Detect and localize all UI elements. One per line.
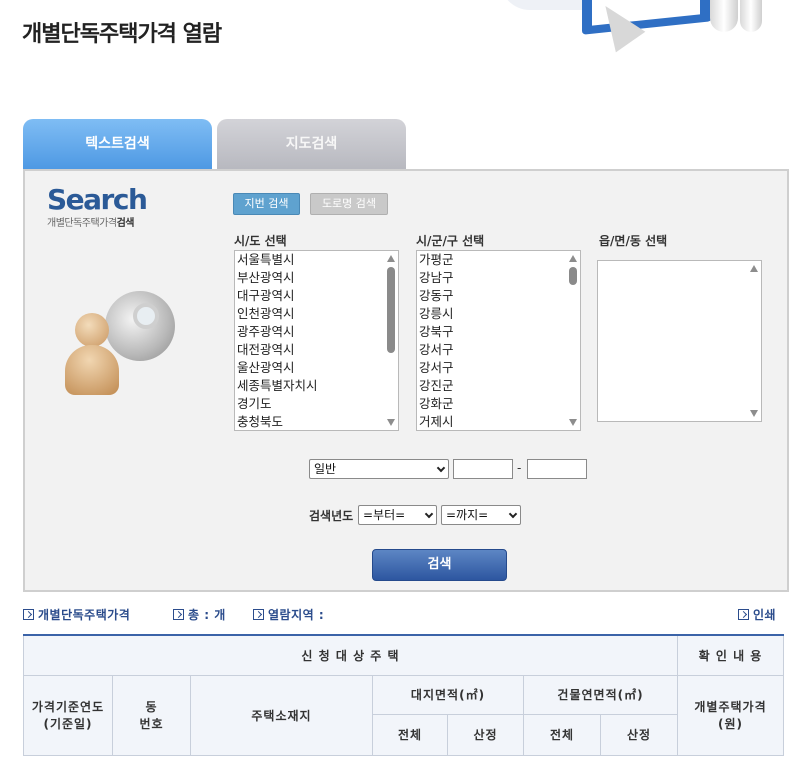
arrow-box-icon (23, 609, 34, 620)
chevron-down-icon (436, 463, 446, 473)
lot-dash: - (517, 461, 522, 475)
search-year-label: 검색년도 (309, 509, 354, 523)
scroll-down-icon (750, 410, 758, 417)
info-region: 열람지역 : (253, 606, 324, 623)
info-total: 총 : 개 (173, 606, 226, 623)
arrow-box-icon (253, 609, 264, 620)
sigungu-listbox[interactable]: 가평군 강남구 강동구 강릉시 강북구 강서구 강서구 강진군 강화군 거제시 (416, 250, 581, 431)
sigungu-option[interactable]: 강진군 (417, 377, 580, 395)
sido-option[interactable]: 대구광역시 (235, 287, 398, 305)
print-link[interactable]: 인쇄 (738, 606, 776, 623)
sigungu-option[interactable]: 강서구 (417, 341, 580, 359)
sigungu-option[interactable]: 강동구 (417, 287, 580, 305)
search-logo: Search 개별단독주택가격검색 (47, 183, 148, 229)
main-lot-input[interactable] (453, 459, 513, 479)
sido-option[interactable]: 대전광역시 (235, 341, 398, 359)
emd-scrollbar[interactable] (747, 261, 761, 421)
search-button[interactable]: 검색 (372, 549, 507, 581)
sido-option[interactable]: 광주광역시 (235, 323, 398, 341)
header-illustration (500, 0, 795, 70)
scroll-up-icon (569, 255, 577, 262)
sub-lot-input[interactable] (527, 459, 587, 479)
sigungu-option[interactable]: 강남구 (417, 269, 580, 287)
year-from-select[interactable]: =부터= (358, 505, 437, 525)
sido-option[interactable]: 세종특별자치시 (235, 377, 398, 395)
person-icon (75, 313, 109, 347)
th-land-calc: 산정 (447, 713, 524, 756)
sido-option[interactable]: 충청북도 (235, 413, 398, 430)
tab-map-search[interactable]: 지도검색 (217, 119, 406, 170)
th-land-area: 대지면적(㎡) (372, 674, 524, 715)
sigungu-option[interactable]: 강릉시 (417, 305, 580, 323)
sigungu-label: 시/군/구 선택 (416, 234, 485, 248)
th-land-total: 전체 (372, 713, 448, 756)
arrow-box-icon (173, 609, 184, 620)
magnifier-icon (133, 303, 159, 329)
sigungu-option[interactable]: 가평군 (417, 251, 580, 269)
th-confirm: 확 인 내 용 (677, 634, 784, 676)
scroll-up-icon (750, 265, 758, 272)
th-bldg-sub: 전체 산정 (523, 713, 678, 756)
emd-listbox[interactable] (597, 260, 762, 422)
search-logo-subtitle: 개별단독주택가격검색 (47, 218, 135, 229)
sido-listbox[interactable]: 서울특별시 부산광역시 대구광역시 인천광역시 광주광역시 대전광역시 울산광역시 세종특별자… (234, 250, 399, 431)
th-base-year: 가격기준연도 (기준일) (23, 674, 113, 756)
info-house-label: 개별단독주택가격 (23, 606, 130, 623)
sido-label: 시/도 선택 (234, 234, 287, 248)
chevron-down-icon (424, 509, 434, 519)
sido-option[interactable]: 인천광역시 (235, 305, 398, 323)
sido-option[interactable]: 경기도 (235, 395, 398, 413)
arrow-box-icon (738, 609, 749, 620)
tab-text-search[interactable]: 텍스트검색 (23, 119, 212, 170)
th-bldg-area: 건물연면적(㎡) (523, 674, 678, 715)
sido-option[interactable]: 부산광역시 (235, 269, 398, 287)
sido-option[interactable]: 울산광역시 (235, 359, 398, 377)
th-address: 주택소재지 (190, 674, 373, 756)
sigungu-option[interactable]: 강화군 (417, 395, 580, 413)
sigungu-scrollbar[interactable] (566, 251, 580, 430)
lot-type-select[interactable]: 일반 (309, 459, 449, 479)
scroll-up-icon (387, 255, 395, 262)
jibun-search-button[interactable]: 지번 검색 (233, 193, 300, 215)
th-dong-number: 동 번호 (112, 674, 191, 756)
scroll-down-icon (387, 419, 395, 426)
search-logo-word: Search (47, 183, 148, 216)
th-bldg-calc: 산정 (626, 727, 652, 742)
th-target-house: 신 청 대 상 주 택 (23, 634, 678, 676)
search-panel: Search 개별단독주택가격검색 지번 검색 도로명 검색 시/도 선택 서울… (23, 169, 789, 592)
year-to-select[interactable]: =까지= (441, 505, 521, 525)
th-bldg-total: 전체 (524, 714, 601, 755)
chevron-down-icon (508, 509, 518, 519)
emd-label: 읍/면/동 선택 (599, 234, 668, 248)
scroll-down-icon (569, 419, 577, 426)
sido-option[interactable]: 서울특별시 (235, 251, 398, 269)
sigungu-option[interactable]: 강서구 (417, 359, 580, 377)
page-title: 개별단독주택가격 열람 (22, 22, 222, 47)
road-search-button[interactable]: 도로명 검색 (310, 193, 388, 215)
person-search-illustration (63, 283, 183, 403)
sido-scrollbar[interactable] (384, 251, 398, 430)
th-price: 개별주택가격 (원) (677, 674, 784, 756)
result-table: 신 청 대 상 주 택 확 인 내 용 가격기준연도 (기준일) 동 번호 주택소재… (23, 634, 784, 756)
sigungu-option[interactable]: 강북구 (417, 323, 580, 341)
sigungu-option[interactable]: 거제시 (417, 413, 580, 430)
